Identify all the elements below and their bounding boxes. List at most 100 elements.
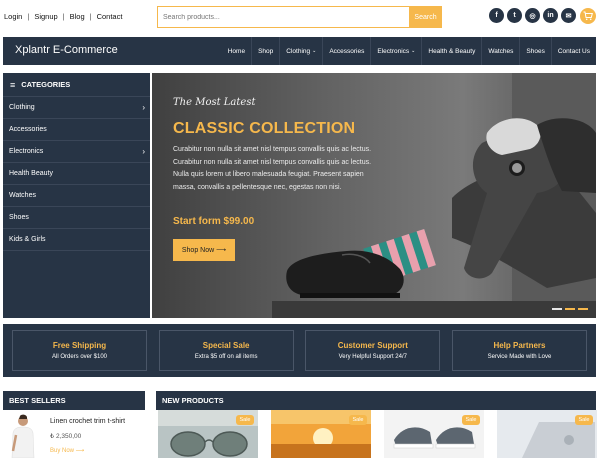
category-clothing[interactable]: Clothing › <box>3 97 150 119</box>
feature-title: Help Partners <box>493 341 546 350</box>
hero-description: Curabitur non nulla sit amet nisl tempus… <box>173 146 372 191</box>
facebook-icon[interactable]: f <box>489 8 504 23</box>
nav-label: Home <box>227 47 246 55</box>
best-seller-item[interactable]: Linen crochet trim t-shirt ₺ 2,350,00 Bu… <box>3 410 145 458</box>
blog-link[interactable]: Blog <box>70 12 85 21</box>
categories-sidebar: ≡ CATEGORIES Clothing › Accessories Elect… <box>3 73 150 318</box>
feature-subtitle: Extra $5 off on all items <box>194 354 258 360</box>
features-bar: Free Shipping All Orders over $100 Speci… <box>3 324 596 377</box>
nav-label: Watches <box>488 47 514 55</box>
menu-icon: ≡ <box>10 79 16 90</box>
twitter-icon[interactable]: t <box>507 8 522 23</box>
separator: | <box>27 12 30 21</box>
slider-dot-active[interactable] <box>565 308 575 310</box>
product-price: ₺ 2,350,00 <box>50 433 82 440</box>
feature-subtitle: All Orders over $100 <box>51 354 108 360</box>
nav-shoes[interactable]: Shoes <box>519 37 550 65</box>
feature-special-sale: Special Sale Extra $5 off on all items <box>158 330 294 371</box>
main-navbar: Xplantr E-Commerce Home Shop Clothing ⌄ A… <box>3 37 596 65</box>
feature-title: Customer Support <box>337 341 408 350</box>
social-links: f t ◎ in ✉ <box>489 8 576 23</box>
product-card-laptop[interactable]: Sale <box>497 410 597 458</box>
cart-icon[interactable] <box>580 8 596 24</box>
category-label: Health Beauty <box>9 170 53 177</box>
chevron-down-icon: ⌄ <box>312 48 317 54</box>
feature-help-partners: Help Partners Service Made with Love <box>451 330 587 371</box>
sale-badge: Sale <box>575 415 593 425</box>
category-label: Accessories <box>9 126 47 133</box>
product-name[interactable]: Linen crochet trim t-shirt <box>50 418 125 425</box>
sale-badge: Sale <box>236 415 254 425</box>
nav-home[interactable]: Home <box>222 37 251 65</box>
main-menu: Home Shop Clothing ⌄ Accessories Electron… <box>222 37 596 65</box>
nav-watches[interactable]: Watches <box>481 37 519 65</box>
search-button[interactable]: Search <box>409 6 442 28</box>
feature-subtitle: Very Helpful Support 24/7 <box>338 354 407 360</box>
hero-price: Start form $99.00 <box>173 216 255 227</box>
signup-link[interactable]: Signup <box>34 12 57 21</box>
linkedin-icon[interactable]: in <box>543 8 558 23</box>
feature-customer-support: Customer Support Very Helpful Support 24… <box>305 330 441 371</box>
chevron-down-icon: ⌄ <box>411 48 416 54</box>
sale-badge: Sale <box>462 415 480 425</box>
slider-pagination <box>552 308 588 310</box>
nav-label: Clothing <box>286 47 311 55</box>
category-kids-girls[interactable]: Kids & Girls <box>3 229 150 251</box>
separator: | <box>89 12 92 21</box>
brand-logo[interactable]: Xplantr E-Commerce <box>15 44 118 56</box>
nav-label: Shoes <box>526 47 545 55</box>
product-thumbnail <box>11 414 35 458</box>
product-card-sunglasses[interactable]: Sale <box>158 410 258 458</box>
hero-model-image <box>272 73 596 318</box>
nav-label: Health & Beauty <box>428 47 476 55</box>
instagram-icon[interactable]: ◎ <box>525 8 540 23</box>
slider-dot[interactable] <box>578 308 588 310</box>
feature-title: Free Shipping <box>52 341 107 350</box>
best-sellers-header: BEST SELLERS <box>3 391 145 410</box>
new-products-header: NEW PRODUCTS <box>156 391 596 410</box>
category-accessories[interactable]: Accessories <box>3 119 150 141</box>
category-health-beauty[interactable]: Health Beauty <box>3 163 150 185</box>
hero-subtitle: The Most Latest <box>173 97 256 108</box>
slider-dot[interactable] <box>552 308 562 310</box>
nav-clothing[interactable]: Clothing ⌄ <box>279 37 322 65</box>
nav-electronics[interactable]: Electronics ⌄ <box>370 37 421 65</box>
product-card-sunset[interactable]: Sale <box>271 410 371 458</box>
shop-now-button[interactable]: Shop Now ⟶ <box>173 239 235 261</box>
feature-free-shipping: Free Shipping All Orders over $100 <box>12 330 147 371</box>
buy-now-link[interactable]: Buy Now ⟶ <box>50 447 84 454</box>
nav-label: Accessories <box>329 47 365 55</box>
nav-shop[interactable]: Shop <box>251 37 279 65</box>
search-input[interactable] <box>157 6 409 28</box>
category-label: Kids & Girls <box>9 236 46 243</box>
product-card-sneakers[interactable]: Sale <box>384 410 484 458</box>
nav-accessories[interactable]: Accessories <box>322 37 370 65</box>
nav-label: Electronics <box>377 47 410 55</box>
separator: | <box>62 12 65 21</box>
top-links: Login | Signup | Blog | Contact <box>4 12 122 21</box>
login-link[interactable]: Login <box>4 12 22 21</box>
top-bar: Login | Signup | Blog | Contact Search f… <box>0 0 600 34</box>
cart-icon-glyph <box>583 11 593 21</box>
hero-slider[interactable]: The Most Latest CLASSIC COLLECTION Curab… <box>152 73 596 318</box>
category-label: Watches <box>9 192 36 199</box>
nav-contact-us[interactable]: Contact Us <box>550 37 596 65</box>
category-label: Shoes <box>9 214 29 221</box>
nav-health-beauty[interactable]: Health & Beauty <box>421 37 481 65</box>
feature-subtitle: Service Made with Love <box>487 354 552 360</box>
category-watches[interactable]: Watches <box>3 185 150 207</box>
search-bar: Search <box>157 6 442 28</box>
email-icon[interactable]: ✉ <box>561 8 576 23</box>
feature-title: Special Sale <box>202 341 250 350</box>
category-shoes[interactable]: Shoes <box>3 207 150 229</box>
contact-link[interactable]: Contact <box>97 12 123 21</box>
sale-badge: Sale <box>349 415 367 425</box>
categories-header: ≡ CATEGORIES <box>3 73 150 97</box>
chevron-right-icon: › <box>142 147 145 156</box>
nav-label: Contact Us <box>557 47 590 55</box>
nav-label: Shop <box>258 47 274 55</box>
category-electronics[interactable]: Electronics › <box>3 141 150 163</box>
chevron-right-icon: › <box>142 103 145 112</box>
category-label: Electronics <box>9 148 44 155</box>
categories-title: CATEGORIES <box>21 80 71 89</box>
